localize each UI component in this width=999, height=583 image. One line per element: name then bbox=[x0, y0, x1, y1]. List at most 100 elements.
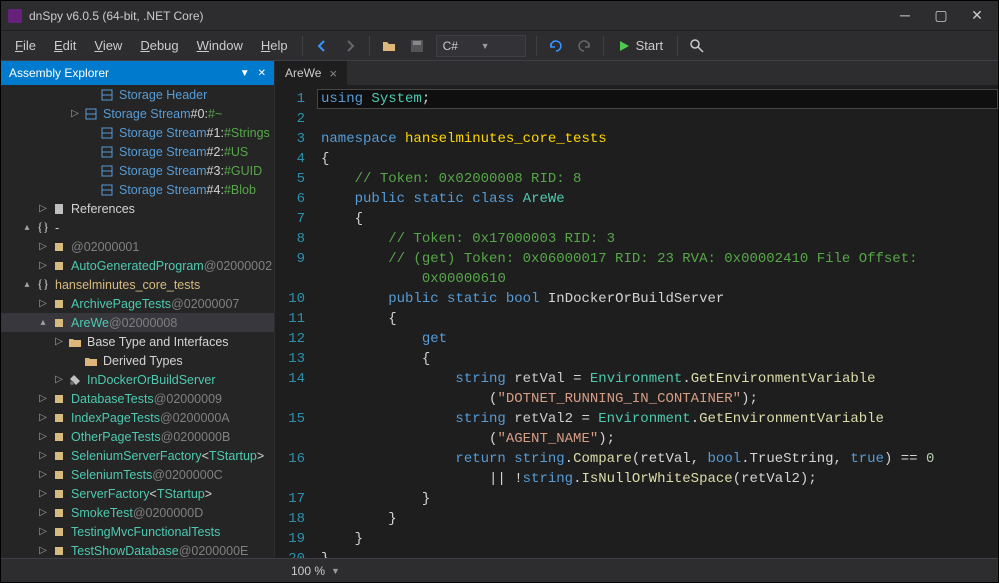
code-line[interactable]: } bbox=[317, 509, 998, 529]
tree-node[interactable]: ▴{}- bbox=[1, 218, 274, 237]
expander-icon[interactable]: ▷ bbox=[37, 526, 49, 537]
code-editor[interactable]: 123456789101112131415161718192021 using … bbox=[275, 85, 998, 558]
class-icon bbox=[51, 505, 67, 521]
code-line[interactable]: // (get) Token: 0x06000017 RID: 23 RVA: … bbox=[317, 249, 998, 269]
tree-node[interactable]: ▷SeleniumTests @0200000C bbox=[1, 465, 274, 484]
tree-node[interactable]: ▷SmokeTest @0200000D bbox=[1, 503, 274, 522]
expander-icon[interactable]: ▷ bbox=[37, 393, 49, 404]
minimize-button[interactable]: ─ bbox=[896, 7, 914, 24]
undo-button[interactable] bbox=[543, 33, 569, 59]
window-controls: ─ ▢ ✕ bbox=[896, 7, 992, 24]
tree-node[interactable]: ▷SeleniumServerFactory<TStartup> bbox=[1, 446, 274, 465]
tree-node[interactable]: ▷AutoGeneratedProgram @02000002 bbox=[1, 256, 274, 275]
expander-icon[interactable]: ▷ bbox=[37, 431, 49, 442]
code-line[interactable]: string retVal = Environment.GetEnvironme… bbox=[317, 369, 998, 389]
language-combo[interactable]: C# ▼ bbox=[436, 35, 526, 57]
panel-close-icon[interactable]: ✕ bbox=[258, 68, 266, 79]
expander-icon[interactable]: ▷ bbox=[37, 412, 49, 423]
code-line[interactable]: { bbox=[317, 349, 998, 369]
code-line[interactable]: { bbox=[317, 149, 998, 169]
expander-icon[interactable]: ▷ bbox=[37, 260, 49, 271]
expander-icon[interactable]: ▷ bbox=[53, 374, 65, 385]
expander-icon[interactable]: ▷ bbox=[37, 507, 49, 518]
code-line[interactable]: string retVal2 = Environment.GetEnvironm… bbox=[317, 409, 998, 429]
tree-node[interactable]: ▷IndexPageTests @0200000A bbox=[1, 408, 274, 427]
tree-node[interactable]: ▷Storage Stream #0: #~ bbox=[1, 104, 274, 123]
code-line[interactable]: } bbox=[317, 489, 998, 509]
tab-arewe[interactable]: AreWe × bbox=[275, 61, 347, 85]
zoom-combo[interactable]: 100 % ▼ bbox=[291, 564, 340, 578]
assembly-tree[interactable]: Storage Header▷Storage Stream #0: #~Stor… bbox=[1, 85, 274, 558]
tree-node[interactable]: ▷References bbox=[1, 199, 274, 218]
save-button[interactable] bbox=[404, 33, 430, 59]
tree-node[interactable]: ▷TestShowDatabase @0200000E bbox=[1, 541, 274, 558]
code-line[interactable]: ("DOTNET_RUNNING_IN_CONTAINER"); bbox=[317, 389, 998, 409]
close-button[interactable]: ✕ bbox=[968, 7, 986, 24]
code-line[interactable]: 0x00000610 bbox=[317, 269, 998, 289]
expander-icon[interactable]: ▷ bbox=[37, 203, 49, 214]
panel-dropdown-icon[interactable]: ▼ bbox=[240, 68, 250, 79]
expander-icon[interactable]: ▷ bbox=[53, 336, 65, 347]
maximize-button[interactable]: ▢ bbox=[932, 7, 950, 24]
menu-view[interactable]: View bbox=[86, 34, 130, 57]
code-line[interactable] bbox=[317, 109, 998, 129]
tree-node[interactable]: ▷TestingMvcFunctionalTests bbox=[1, 522, 274, 541]
start-button[interactable]: Start bbox=[610, 35, 671, 57]
code-line[interactable]: namespace hanselminutes_core_tests bbox=[317, 129, 998, 149]
menu-window[interactable]: Window bbox=[189, 34, 251, 57]
tree-node[interactable]: ▷ServerFactory<TStartup> bbox=[1, 484, 274, 503]
code-line[interactable]: || !string.IsNullOrWhiteSpace(retVal2); bbox=[317, 469, 998, 489]
expander-icon[interactable]: ▷ bbox=[37, 241, 49, 252]
code-line[interactable]: // Token: 0x02000008 RID: 8 bbox=[317, 169, 998, 189]
back-button[interactable] bbox=[309, 33, 335, 59]
struct-icon bbox=[99, 163, 115, 179]
expander-icon[interactable]: ▷ bbox=[37, 469, 49, 480]
open-button[interactable] bbox=[376, 33, 402, 59]
toolbar-sep bbox=[302, 36, 303, 56]
tree-node[interactable]: ▴AreWe @02000008 bbox=[1, 313, 274, 332]
tree-node[interactable]: Storage Stream #1: #Strings bbox=[1, 123, 274, 142]
tree-node[interactable]: ▷DatabaseTests @02000009 bbox=[1, 389, 274, 408]
expander-icon[interactable]: ▷ bbox=[37, 450, 49, 461]
menu-edit[interactable]: Edit bbox=[46, 34, 84, 57]
expander-icon[interactable]: ▷ bbox=[37, 298, 49, 309]
search-button[interactable] bbox=[684, 33, 710, 59]
tree-node[interactable]: Storage Stream #2: #US bbox=[1, 142, 274, 161]
forward-button[interactable] bbox=[337, 33, 363, 59]
expander-icon[interactable]: ▷ bbox=[37, 488, 49, 499]
tree-node[interactable]: ▷ArchivePageTests @02000007 bbox=[1, 294, 274, 313]
tab-close-icon[interactable]: × bbox=[329, 66, 337, 81]
tree-node[interactable]: Storage Header bbox=[1, 85, 274, 104]
tree-node[interactable]: Storage Stream #4: #Blob bbox=[1, 180, 274, 199]
code-line[interactable]: return string.Compare(retVal, bool.TrueS… bbox=[317, 449, 998, 469]
code-line[interactable]: { bbox=[317, 209, 998, 229]
code-line[interactable]: } bbox=[317, 549, 998, 558]
tree-node[interactable]: ▴{}hanselminutes_core_tests bbox=[1, 275, 274, 294]
code-line[interactable]: ("AGENT_NAME"); bbox=[317, 429, 998, 449]
tree-node[interactable]: ▷ @02000001 bbox=[1, 237, 274, 256]
code-line[interactable]: using System; bbox=[317, 89, 998, 109]
expander-icon[interactable]: ▷ bbox=[37, 545, 49, 556]
menu-help[interactable]: Help bbox=[253, 34, 296, 57]
tree-node[interactable]: ▷Base Type and Interfaces bbox=[1, 332, 274, 351]
code-line[interactable]: } bbox=[317, 529, 998, 549]
code-line[interactable]: get bbox=[317, 329, 998, 349]
code-line[interactable]: { bbox=[317, 309, 998, 329]
menu-file[interactable]: File bbox=[7, 34, 44, 57]
expander-icon[interactable]: ▴ bbox=[21, 222, 33, 233]
code-line[interactable]: // Token: 0x17000003 RID: 3 bbox=[317, 229, 998, 249]
menu-debug[interactable]: Debug bbox=[132, 34, 186, 57]
code-content[interactable]: using System; namespace hanselminutes_cor… bbox=[317, 85, 998, 558]
code-line[interactable]: public static class AreWe bbox=[317, 189, 998, 209]
code-line[interactable]: public static bool InDockerOrBuildServer bbox=[317, 289, 998, 309]
window-title: dnSpy v6.0.5 (64-bit, .NET Core) bbox=[29, 9, 896, 23]
tree-node[interactable]: ▷OtherPageTests @0200000B bbox=[1, 427, 274, 446]
tree-node[interactable]: ▷InDockerOrBuildServer bbox=[1, 370, 274, 389]
expander-icon[interactable]: ▴ bbox=[21, 279, 33, 290]
tree-node[interactable]: Derived Types bbox=[1, 351, 274, 370]
tree-node[interactable]: Storage Stream #3: #GUID bbox=[1, 161, 274, 180]
expander-icon[interactable]: ▴ bbox=[37, 317, 49, 328]
app-root: dnSpy v6.0.5 (64-bit, .NET Core) ─ ▢ ✕ F… bbox=[1, 1, 998, 582]
redo-button[interactable] bbox=[571, 33, 597, 59]
expander-icon[interactable]: ▷ bbox=[69, 108, 81, 119]
